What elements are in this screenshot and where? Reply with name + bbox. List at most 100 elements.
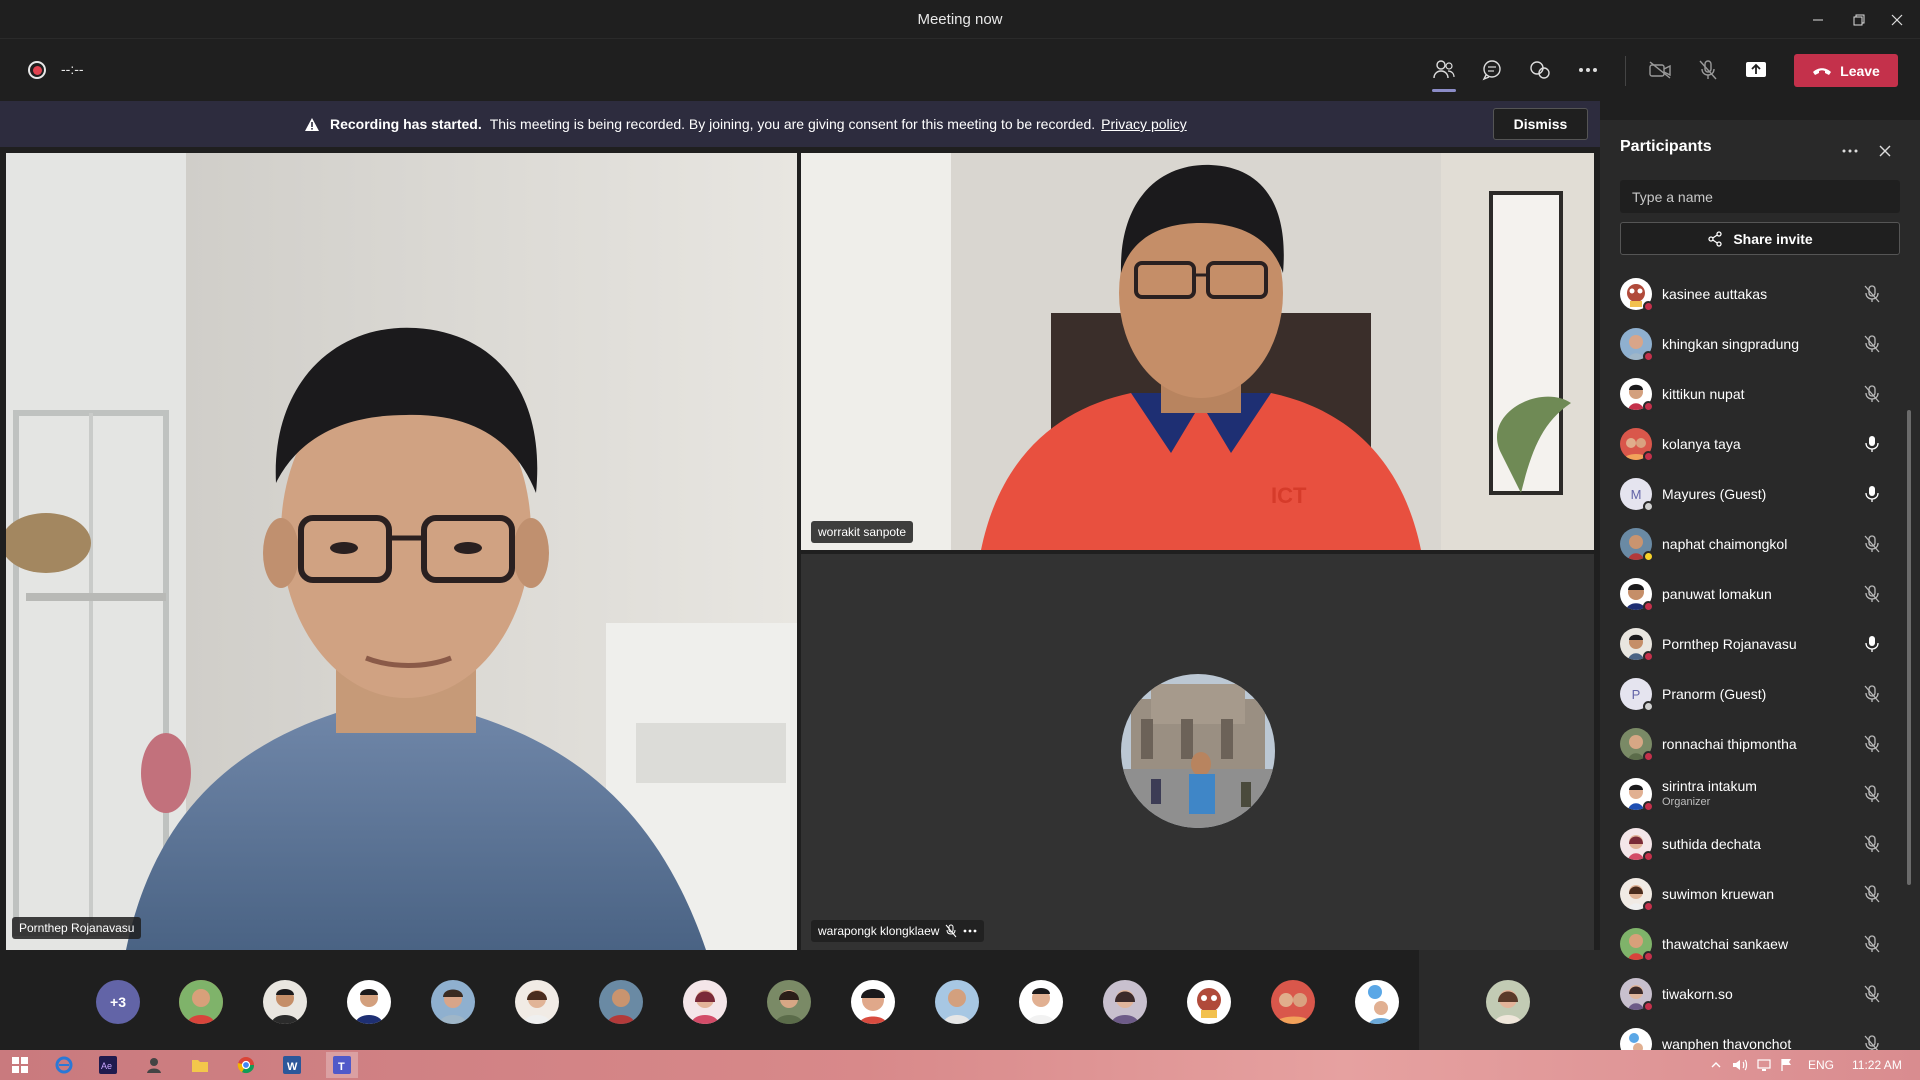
minimize-button[interactable] bbox=[1795, 0, 1841, 39]
panel-title: Participants bbox=[1620, 138, 1712, 155]
start-button[interactable] bbox=[10, 1055, 30, 1075]
show-conversation-button[interactable] bbox=[1472, 54, 1512, 86]
participant-avatar[interactable] bbox=[347, 980, 391, 1024]
taskbar-app-ae[interactable]: Ae bbox=[98, 1055, 118, 1075]
participant-row[interactable]: kolanya taya bbox=[1600, 420, 1910, 470]
participant-row[interactable]: suthida dechata bbox=[1600, 820, 1910, 870]
presence-busy-icon bbox=[1643, 751, 1654, 762]
mic-on-icon bbox=[1865, 486, 1879, 502]
volume-icon[interactable] bbox=[1732, 1058, 1748, 1072]
participant-name: khingkan singpradung bbox=[1662, 336, 1799, 352]
participant-avatar[interactable] bbox=[179, 980, 223, 1024]
participant-avatar[interactable] bbox=[1103, 980, 1147, 1024]
teams-meeting-window: Meeting now --:-- Leave Recording has st… bbox=[0, 0, 1920, 1080]
close-window-button[interactable] bbox=[1874, 0, 1920, 39]
video-tile-main[interactable]: Pornthep Rojanavasu bbox=[6, 153, 797, 950]
participant-avatar[interactable] bbox=[1187, 980, 1231, 1024]
share-invite-button[interactable]: Share invite bbox=[1620, 222, 1900, 255]
teams-icon: T bbox=[333, 1056, 351, 1074]
mic-toggle-button[interactable] bbox=[1688, 54, 1728, 86]
presence-busy-icon bbox=[1643, 651, 1654, 662]
participant-row[interactable]: sirintra intakum Organizer bbox=[1600, 770, 1910, 820]
participant-row[interactable]: tiwakorn.so bbox=[1600, 970, 1910, 1020]
participant-strip: +3 bbox=[0, 950, 1600, 1050]
participant-avatar[interactable] bbox=[767, 980, 811, 1024]
camera-toggle-button[interactable] bbox=[1640, 54, 1680, 86]
taskbar-app-teams[interactable]: T bbox=[326, 1052, 358, 1078]
participant-avatar-large bbox=[1121, 674, 1275, 828]
share-screen-icon bbox=[1746, 62, 1766, 77]
participant-row[interactable]: kittikun nupat bbox=[1600, 370, 1910, 420]
input-language[interactable]: ENG bbox=[1808, 1058, 1834, 1072]
participant-avatar[interactable] bbox=[599, 980, 643, 1024]
show-participants-button[interactable] bbox=[1424, 54, 1464, 92]
share-invite-label: Share invite bbox=[1733, 230, 1813, 247]
internet-explorer-icon bbox=[55, 1056, 73, 1074]
share-icon bbox=[1708, 230, 1722, 247]
overflow-participants-button[interactable]: +3 bbox=[96, 980, 140, 1024]
participant-row[interactable]: khingkan singpradung bbox=[1600, 320, 1910, 370]
participant-row[interactable]: kasinee auttakas bbox=[1600, 270, 1910, 320]
avatar-photo bbox=[347, 980, 391, 1024]
participant-avatar[interactable] bbox=[935, 980, 979, 1024]
more-actions-button[interactable] bbox=[1568, 54, 1608, 86]
participant-avatar[interactable] bbox=[431, 980, 475, 1024]
participant-name: tiwakorn.so bbox=[1662, 986, 1733, 1002]
video-name-tag-bottom-right: warapongk klongklaew bbox=[811, 920, 985, 942]
self-preview-tile[interactable] bbox=[1419, 950, 1600, 1050]
participant-role: Organizer bbox=[1662, 796, 1711, 808]
participant-row[interactable]: suwimon kruewan bbox=[1600, 870, 1910, 920]
mic-off-icon bbox=[1864, 685, 1880, 703]
participant-row[interactable]: P Pranorm (Guest) bbox=[1600, 670, 1910, 720]
avatar-photo bbox=[935, 980, 979, 1024]
close-panel-button[interactable] bbox=[1876, 142, 1894, 160]
dismiss-button[interactable]: Dismiss bbox=[1493, 108, 1588, 140]
participant-row[interactable]: Pornthep Rojanavasu bbox=[1600, 620, 1910, 670]
participant-avatar bbox=[1620, 378, 1654, 412]
participants-icon bbox=[1433, 60, 1455, 79]
participant-avatar[interactable] bbox=[1355, 980, 1399, 1024]
taskbar-app-ie[interactable] bbox=[54, 1055, 74, 1075]
mic-off-icon bbox=[1864, 1035, 1879, 1050]
privacy-policy-link[interactable]: Privacy policy bbox=[1101, 116, 1187, 132]
phone-hangup-icon bbox=[1813, 67, 1832, 75]
participant-row[interactable]: panuwat lomakun bbox=[1600, 570, 1910, 620]
participant-avatar[interactable] bbox=[683, 980, 727, 1024]
participant-search-input[interactable] bbox=[1620, 180, 1900, 213]
network-icon[interactable] bbox=[1756, 1058, 1772, 1072]
leave-button[interactable]: Leave bbox=[1794, 54, 1898, 87]
participant-row[interactable]: naphat chaimongkol bbox=[1600, 520, 1910, 570]
participant-avatar[interactable] bbox=[851, 980, 895, 1024]
chrome-icon bbox=[237, 1057, 255, 1074]
notification-flag-icon[interactable] bbox=[1780, 1058, 1794, 1072]
participant-avatar bbox=[1620, 878, 1654, 912]
taskbar-app-word[interactable]: W bbox=[282, 1055, 302, 1075]
video-tile-bottom-right[interactable]: warapongk klongklaew bbox=[801, 554, 1594, 950]
participant-avatar[interactable] bbox=[1271, 980, 1315, 1024]
participant-row[interactable]: M Mayures (Guest) bbox=[1600, 470, 1910, 520]
presence-busy-icon bbox=[1643, 801, 1654, 812]
breakout-rooms-button[interactable] bbox=[1520, 54, 1560, 86]
more-icon[interactable] bbox=[963, 929, 977, 933]
participant-avatar bbox=[1620, 728, 1654, 762]
video-tile-top-right[interactable]: ICT worrakit sanpote bbox=[801, 153, 1594, 550]
participant-row[interactable]: ronnachai thipmontha bbox=[1600, 720, 1910, 770]
taskbar-app-explorer[interactable] bbox=[190, 1055, 210, 1075]
participants-scrollbar[interactable] bbox=[1907, 410, 1911, 885]
taskbar-clock[interactable]: 11:22 AM bbox=[1852, 1058, 1902, 1072]
participant-avatar[interactable] bbox=[263, 980, 307, 1024]
taskbar-app-chrome[interactable] bbox=[236, 1055, 256, 1075]
participant-name: kasinee auttakas bbox=[1662, 286, 1768, 302]
participant-avatar[interactable] bbox=[515, 980, 559, 1024]
panel-more-button[interactable] bbox=[1840, 146, 1860, 156]
participant-row[interactable]: wanphen thavonchot bbox=[1600, 1020, 1910, 1050]
participant-avatar bbox=[1620, 278, 1654, 312]
participant-avatar[interactable] bbox=[1019, 980, 1063, 1024]
mic-off-icon bbox=[946, 924, 957, 938]
tray-chevron-icon[interactable] bbox=[1711, 1061, 1721, 1069]
share-content-button[interactable] bbox=[1736, 54, 1776, 86]
participant-row[interactable]: thawatchai sankaew bbox=[1600, 920, 1910, 970]
participant-name: Pornthep Rojanavasu bbox=[1662, 636, 1797, 652]
taskbar-app-people[interactable] bbox=[144, 1055, 164, 1075]
leave-label: Leave bbox=[1840, 62, 1880, 79]
